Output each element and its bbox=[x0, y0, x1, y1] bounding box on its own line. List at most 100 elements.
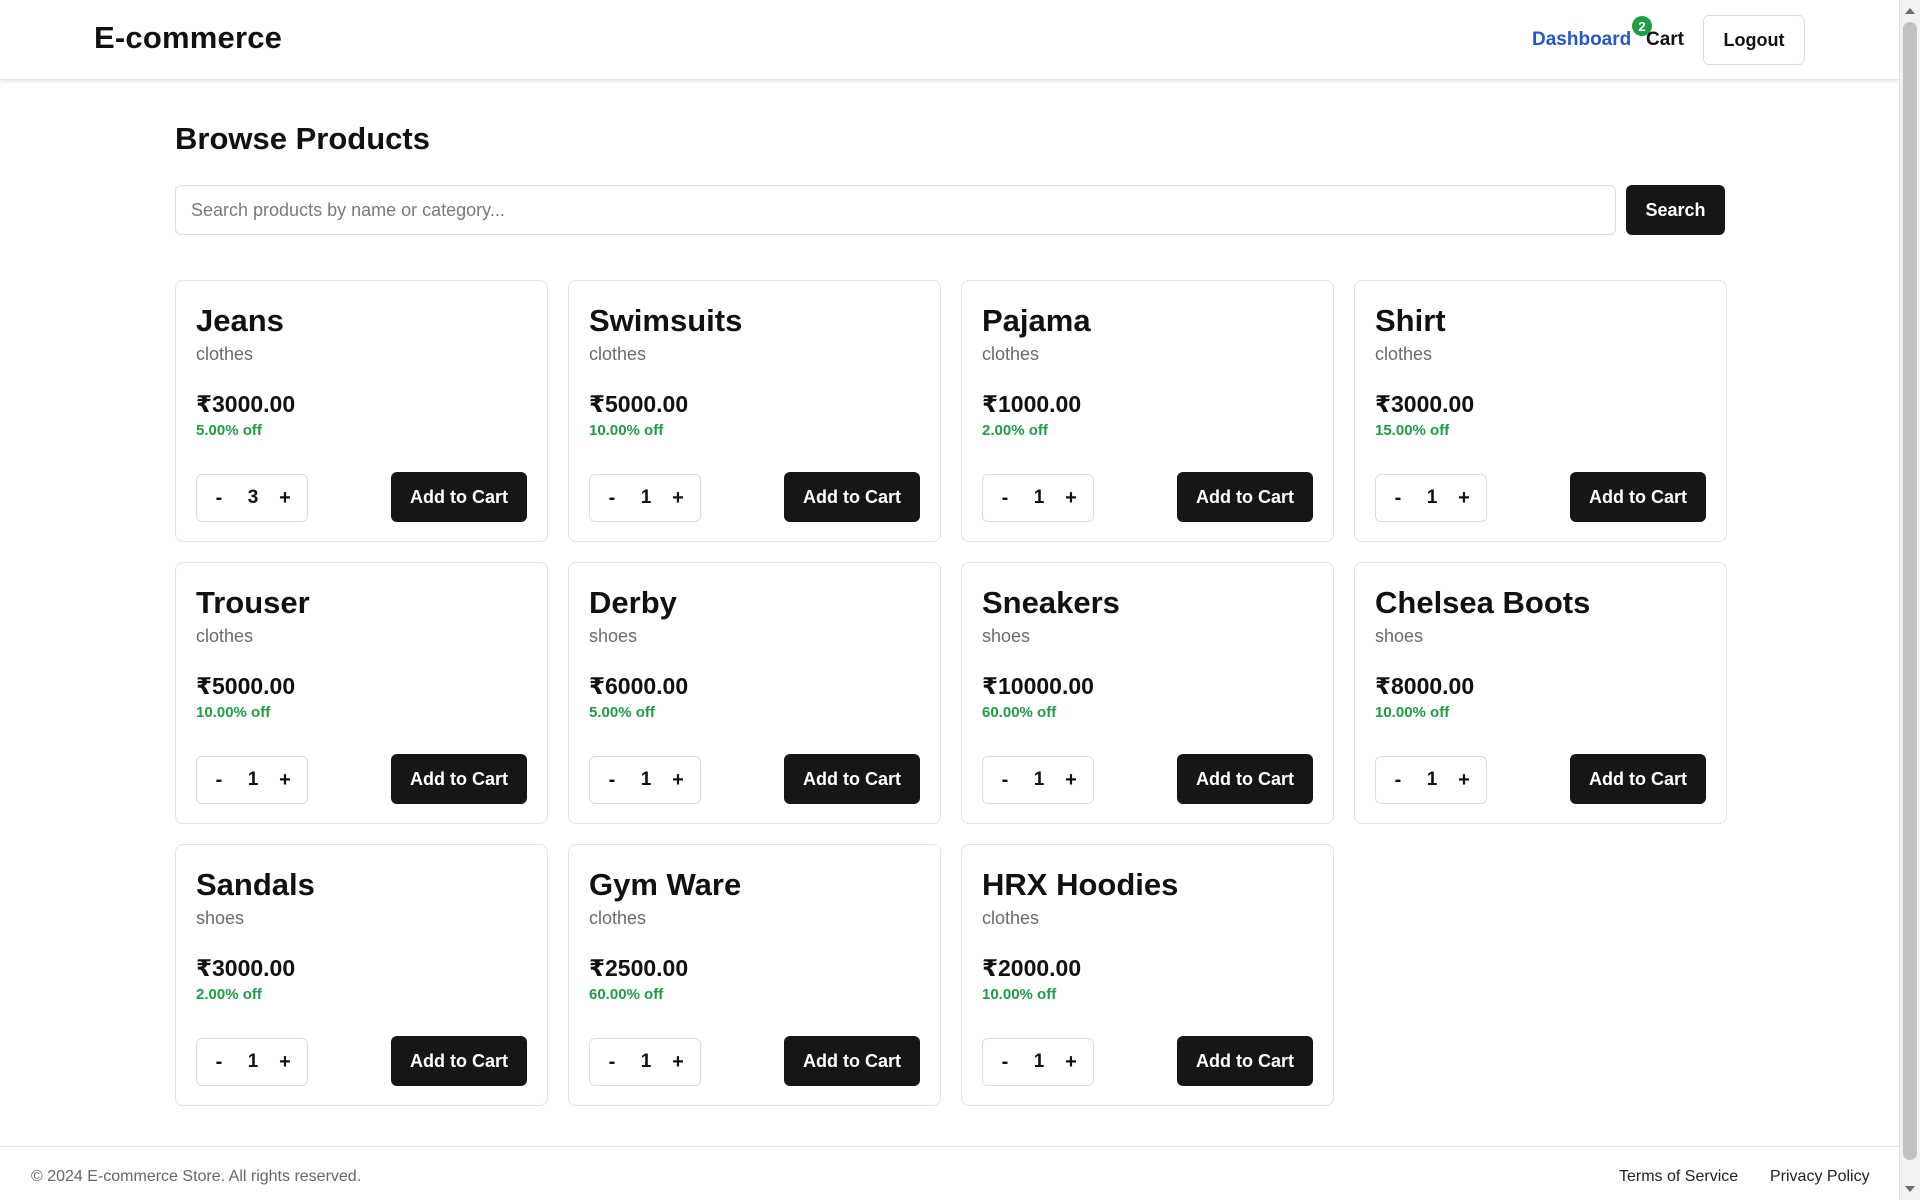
product-name: Sneakers bbox=[982, 585, 1120, 620]
search-button[interactable]: Search bbox=[1626, 185, 1725, 235]
quantity-increase-button[interactable]: + bbox=[267, 1039, 303, 1085]
product-price: ₹2500.00 bbox=[589, 955, 689, 981]
top-navbar: E-commerce Dashboard 2 Cart Logout bbox=[0, 0, 1899, 80]
quantity-increase-button[interactable]: + bbox=[267, 475, 303, 521]
product-discount: 10.00% off bbox=[589, 422, 664, 439]
page-title: Browse Products bbox=[175, 121, 430, 156]
add-to-cart-button[interactable]: Add to Cart bbox=[391, 472, 527, 522]
product-discount: 15.00% off bbox=[1375, 422, 1450, 439]
add-to-cart-button[interactable]: Add to Cart bbox=[391, 1036, 527, 1086]
quantity-decrease-button[interactable]: - bbox=[987, 475, 1023, 521]
quantity-stepper: - 3 + bbox=[196, 474, 308, 522]
nav-cart-link[interactable]: Cart bbox=[1646, 29, 1684, 51]
scroll-down-arrow-icon[interactable] bbox=[1905, 1186, 1915, 1192]
scroll-up-arrow-icon[interactable] bbox=[1905, 8, 1915, 14]
product-category: clothes bbox=[196, 626, 254, 646]
brand-logo[interactable]: E-commerce bbox=[94, 20, 282, 56]
quantity-increase-button[interactable]: + bbox=[1446, 757, 1482, 803]
quantity-stepper: - 1 + bbox=[196, 1038, 308, 1086]
product-name: Gym Ware bbox=[589, 867, 742, 902]
quantity-stepper: - 1 + bbox=[589, 474, 701, 522]
page-footer: © 2024 E-commerce Store. All rights rese… bbox=[0, 1146, 1899, 1200]
quantity-increase-button[interactable]: + bbox=[660, 1039, 696, 1085]
quantity-decrease-button[interactable]: - bbox=[201, 475, 237, 521]
product-price: ₹3000.00 bbox=[196, 955, 296, 981]
quantity-increase-button[interactable]: + bbox=[1053, 757, 1089, 803]
add-to-cart-button[interactable]: Add to Cart bbox=[1177, 472, 1313, 522]
quantity-increase-button[interactable]: + bbox=[1053, 475, 1089, 521]
product-price: ₹1000.00 bbox=[982, 391, 1082, 417]
add-to-cart-button[interactable]: Add to Cart bbox=[1177, 754, 1313, 804]
product-category: clothes bbox=[982, 344, 1040, 364]
product-card: Derby shoes ₹6000.00 5.00% off - 1 + Add… bbox=[568, 562, 941, 824]
quantity-decrease-button[interactable]: - bbox=[201, 757, 237, 803]
nav-dashboard-link[interactable]: Dashboard bbox=[1532, 29, 1631, 51]
scrollbar-thumb[interactable] bbox=[1903, 22, 1917, 1160]
product-category: shoes bbox=[982, 626, 1031, 646]
product-price: ₹2000.00 bbox=[982, 955, 1082, 981]
product-category: clothes bbox=[982, 908, 1040, 928]
product-price: ₹3000.00 bbox=[1375, 391, 1475, 417]
product-category: shoes bbox=[1375, 626, 1424, 646]
quantity-decrease-button[interactable]: - bbox=[1380, 757, 1416, 803]
product-discount: 5.00% off bbox=[589, 704, 655, 721]
product-card: Sandals shoes ₹3000.00 2.00% off - 1 + A… bbox=[175, 844, 548, 1106]
product-name: HRX Hoodies bbox=[982, 867, 1179, 902]
quantity-decrease-button[interactable]: - bbox=[594, 475, 630, 521]
product-price: ₹5000.00 bbox=[196, 673, 296, 699]
quantity-increase-button[interactable]: + bbox=[1053, 1039, 1089, 1085]
product-category: clothes bbox=[196, 344, 254, 364]
add-to-cart-button[interactable]: Add to Cart bbox=[784, 1036, 920, 1086]
copyright-text: © 2024 E-commerce Store. All rights rese… bbox=[31, 1168, 362, 1185]
privacy-policy-link[interactable]: Privacy Policy bbox=[1770, 1168, 1870, 1186]
add-to-cart-button[interactable]: Add to Cart bbox=[1570, 754, 1706, 804]
product-name: Sandals bbox=[196, 867, 315, 902]
page-scrollbar[interactable] bbox=[1899, 0, 1920, 1200]
quantity-increase-button[interactable]: + bbox=[660, 475, 696, 521]
quantity-increase-button[interactable]: + bbox=[267, 757, 303, 803]
quantity-decrease-button[interactable]: - bbox=[594, 757, 630, 803]
product-category: clothes bbox=[589, 344, 647, 364]
quantity-stepper: - 1 + bbox=[982, 474, 1094, 522]
quantity-decrease-button[interactable]: - bbox=[987, 757, 1023, 803]
product-discount: 2.00% off bbox=[196, 986, 262, 1003]
product-discount: 60.00% off bbox=[589, 986, 664, 1003]
add-to-cart-button[interactable]: Add to Cart bbox=[784, 754, 920, 804]
product-card: HRX Hoodies clothes ₹2000.00 10.00% off … bbox=[961, 844, 1334, 1106]
search-input[interactable] bbox=[175, 185, 1616, 235]
quantity-stepper: - 1 + bbox=[196, 756, 308, 804]
quantity-increase-button[interactable]: + bbox=[1446, 475, 1482, 521]
quantity-decrease-button[interactable]: - bbox=[987, 1039, 1023, 1085]
product-name: Jeans bbox=[196, 303, 284, 338]
quantity-decrease-button[interactable]: - bbox=[201, 1039, 237, 1085]
quantity-decrease-button[interactable]: - bbox=[1380, 475, 1416, 521]
product-discount: 10.00% off bbox=[1375, 704, 1450, 721]
product-card: Shirt clothes ₹3000.00 15.00% off - 1 + … bbox=[1354, 280, 1727, 542]
add-to-cart-button[interactable]: Add to Cart bbox=[391, 754, 527, 804]
product-category: shoes bbox=[589, 626, 638, 646]
quantity-decrease-button[interactable]: - bbox=[594, 1039, 630, 1085]
product-price: ₹6000.00 bbox=[589, 673, 689, 699]
product-price: ₹8000.00 bbox=[1375, 673, 1475, 699]
product-card: Sneakers shoes ₹10000.00 60.00% off - 1 … bbox=[961, 562, 1334, 824]
quantity-stepper: - 1 + bbox=[589, 756, 701, 804]
product-discount: 60.00% off bbox=[982, 704, 1057, 721]
product-card: Jeans clothes ₹3000.00 5.00% off - 3 + A… bbox=[175, 280, 548, 542]
product-category: shoes bbox=[196, 908, 245, 928]
add-to-cart-button[interactable]: Add to Cart bbox=[1570, 472, 1706, 522]
product-price: ₹10000.00 bbox=[982, 673, 1094, 699]
add-to-cart-button[interactable]: Add to Cart bbox=[1177, 1036, 1313, 1086]
product-category: clothes bbox=[589, 908, 647, 928]
product-name: Chelsea Boots bbox=[1375, 585, 1591, 620]
product-price: ₹5000.00 bbox=[589, 391, 689, 417]
product-card: Chelsea Boots shoes ₹8000.00 10.00% off … bbox=[1354, 562, 1727, 824]
terms-of-service-link[interactable]: Terms of Service bbox=[1619, 1168, 1738, 1186]
product-card: Trouser clothes ₹5000.00 10.00% off - 1 … bbox=[175, 562, 548, 824]
product-category: clothes bbox=[1375, 344, 1433, 364]
product-card: Swimsuits clothes ₹5000.00 10.00% off - … bbox=[568, 280, 941, 542]
logout-button[interactable]: Logout bbox=[1703, 15, 1805, 65]
product-grid: Jeans clothes ₹3000.00 5.00% off - 3 + A… bbox=[175, 280, 1727, 1106]
quantity-increase-button[interactable]: + bbox=[660, 757, 696, 803]
add-to-cart-button[interactable]: Add to Cart bbox=[784, 472, 920, 522]
product-name: Swimsuits bbox=[589, 303, 743, 338]
